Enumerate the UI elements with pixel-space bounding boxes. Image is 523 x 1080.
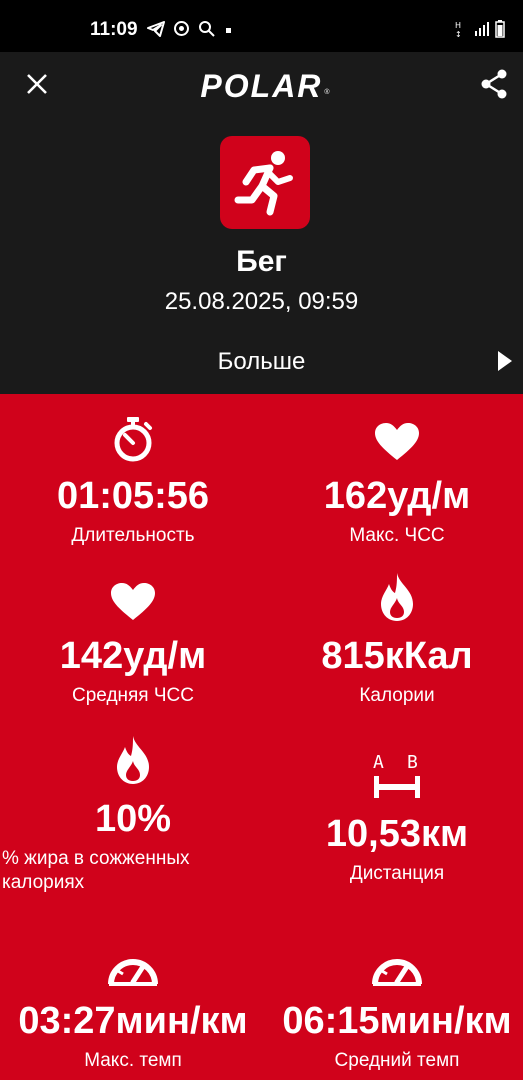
stat-max-hr: 162уд/м Макс. ЧСС bbox=[266, 414, 523, 548]
stat-value: 03:27мин/км bbox=[18, 1000, 248, 1042]
stat-label: Средний темп bbox=[334, 1050, 460, 1071]
stat-value: 01:05:56 bbox=[56, 475, 210, 517]
activity-header: Бег 25.08.2025, 09:59 Больше bbox=[0, 120, 523, 394]
stat-avg-hr: 142уд/м Средняя ЧСС bbox=[2, 574, 264, 708]
share-button[interactable] bbox=[479, 68, 509, 100]
polar-logo: POLAR ® bbox=[200, 67, 330, 104]
stat-label: % жира в сожженных калориях bbox=[2, 848, 190, 893]
running-icon bbox=[234, 150, 293, 215]
flame-icon bbox=[117, 736, 149, 784]
stat-label: Дистанция bbox=[349, 863, 445, 884]
dot-icon bbox=[223, 22, 233, 40]
stopwatch-icon bbox=[114, 417, 152, 462]
stat-max-pace: 03:27мин/км Макс. темп bbox=[2, 939, 264, 1073]
stat-value: 815кКал bbox=[321, 635, 473, 677]
distance-icon: A B bbox=[373, 752, 420, 798]
stat-calories: 815кКал Калории bbox=[266, 573, 523, 708]
heart-icon bbox=[375, 423, 419, 460]
speedometer-icon bbox=[372, 959, 422, 986]
share-icon bbox=[481, 69, 507, 99]
app-bar: POLAR ® bbox=[0, 52, 523, 120]
activity-datetime: 25.08.2025, 09:59 bbox=[164, 288, 359, 315]
stats-grid: 01:05:56 Длительность 162уд/м Макс. ЧСС … bbox=[0, 394, 523, 1080]
battery-icon bbox=[495, 20, 505, 43]
svg-text:H: H bbox=[455, 21, 461, 30]
stat-fat-percent: 10% % жира в сожженных калориях bbox=[2, 736, 264, 895]
speedometer-icon bbox=[108, 959, 158, 986]
stat-value: 10% bbox=[94, 798, 172, 840]
signal-icon bbox=[474, 21, 490, 42]
stat-label: Длительность bbox=[71, 525, 195, 546]
stat-label: Макс. темп bbox=[84, 1050, 182, 1071]
stat-duration: 01:05:56 Длительность bbox=[2, 414, 264, 548]
telegram-icon bbox=[147, 20, 165, 42]
more-button[interactable]: Больше bbox=[0, 342, 523, 382]
sport-name: Бег bbox=[236, 245, 287, 278]
close-icon bbox=[27, 74, 47, 94]
status-time: 11:09 bbox=[90, 19, 138, 40]
stat-value: 06:15мин/км bbox=[282, 1000, 512, 1042]
play-arrow-icon bbox=[498, 351, 512, 371]
stat-label: Средняя ЧСС bbox=[72, 685, 194, 706]
stat-value: 10,53км bbox=[325, 813, 469, 855]
heart-icon bbox=[111, 583, 155, 620]
stat-value: 162уд/м bbox=[323, 475, 471, 517]
sync-icon bbox=[173, 20, 190, 42]
stat-label: Калории bbox=[359, 685, 435, 706]
sport-badge bbox=[220, 136, 310, 229]
stat-label: Макс. ЧСС bbox=[349, 525, 445, 546]
close-button[interactable] bbox=[22, 69, 52, 99]
more-label: Больше bbox=[217, 348, 306, 375]
stat-avg-pace: 06:15мин/км Средний темп bbox=[266, 939, 523, 1073]
svg-text:B: B bbox=[407, 752, 418, 773]
network-icon: H ↕ bbox=[455, 20, 469, 43]
search-icon bbox=[198, 20, 215, 42]
stat-distance: A B 10,53км Дистанция bbox=[266, 752, 523, 886]
flame-icon bbox=[381, 573, 413, 621]
stat-value: 142уд/м bbox=[59, 635, 207, 677]
svg-text:A: A bbox=[373, 752, 384, 773]
status-bar: 11:09 H ↕ bbox=[0, 0, 523, 52]
svg-text:↕: ↕ bbox=[455, 30, 462, 38]
